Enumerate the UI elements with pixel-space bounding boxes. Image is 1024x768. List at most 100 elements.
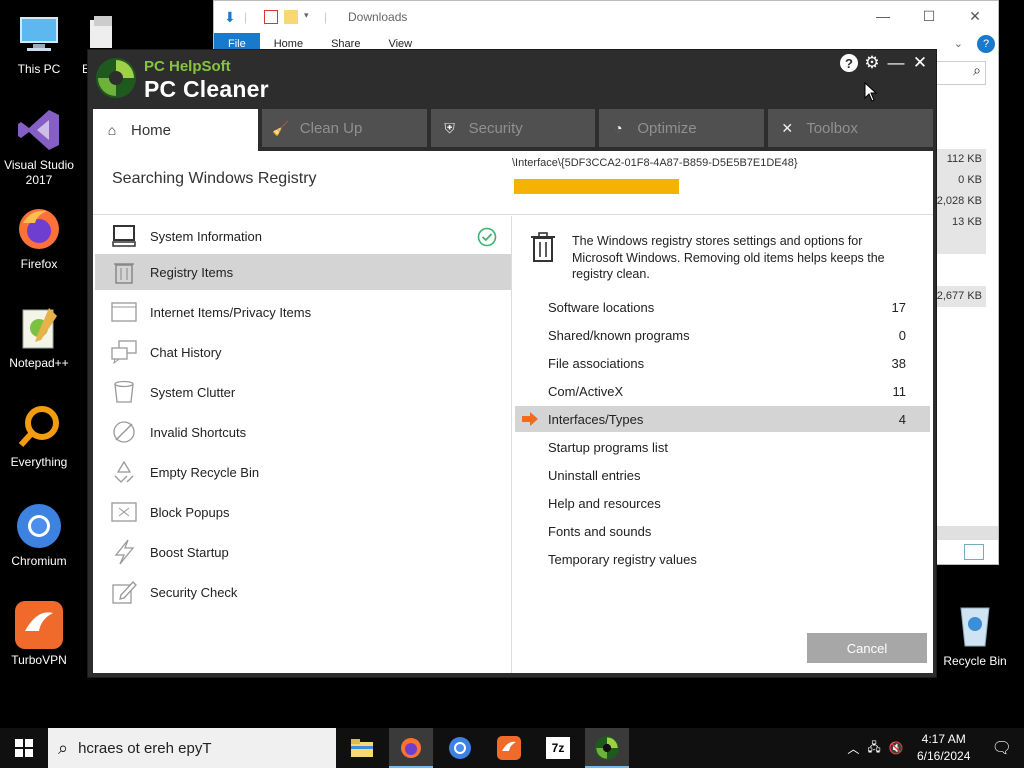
taskbar: ⌕ hcraes ot ereh epyT 7z ︿ 🖧 🔇 4:17 AM 6… (0, 728, 1024, 768)
category-name: Fonts and sounds (548, 523, 652, 539)
scan-item-label: Invalid Shortcuts (150, 424, 247, 440)
scan-item-label: System Information (150, 228, 262, 244)
scan-item-block-popups[interactable]: Block Popups (95, 494, 511, 530)
category-count: 11 (892, 383, 907, 399)
tab-toolbox[interactable]: ✕ Toolbox (768, 109, 933, 147)
close-button[interactable]: ✕ (910, 53, 930, 73)
desktop-icon-label: Chromium (11, 554, 67, 568)
trash-icon (110, 259, 138, 285)
scan-item-label: Boost Startup (150, 544, 229, 560)
desktop-icon-chromium[interactable]: Chromium (0, 502, 78, 569)
help-button[interactable]: ? (840, 54, 858, 72)
scan-item-system-clutter[interactable]: System Clutter (95, 374, 511, 410)
everything-search-icon (15, 403, 63, 451)
details-view-icon[interactable] (964, 544, 984, 560)
settings-gear-icon[interactable]: ⚙ (862, 53, 882, 73)
scan-item-invalid-shortcuts[interactable]: Invalid Shortcuts (95, 414, 511, 450)
lightning-icon (110, 539, 138, 565)
file-size: 13 KB (936, 212, 986, 233)
registry-category-row-current: Interfaces/Types 4 (515, 406, 930, 432)
status-title: Searching Windows Registry (112, 170, 317, 187)
taskbar-7zip[interactable]: 7z (536, 728, 580, 768)
file-size-column: 112 KB 0 KB 2,028 KB 13 KB 2,677 KB (936, 149, 986, 307)
scan-status: Searching Windows Registry \Interface\{5… (93, 151, 933, 215)
tab-label: Clean Up (299, 119, 363, 137)
windows-logo-icon (15, 739, 33, 757)
tab-label: Toolbox (806, 119, 858, 137)
download-arrow-icon[interactable]: ⬇ (224, 10, 238, 24)
taskbar-search-box[interactable]: ⌕ hcraes ot ereh epyT (48, 728, 336, 768)
horizontal-scrollbar[interactable] (936, 526, 998, 540)
explorer-titlebar: ⬇ | ▾ | Downloads — ☐ ✕ (214, 1, 998, 33)
tab-optimize[interactable]: ◔ Optimize (599, 109, 765, 147)
scan-item-boost-startup[interactable]: Boost Startup (95, 534, 511, 570)
clock[interactable]: 4:17 AM 6/16/2024 (908, 731, 980, 765)
close-button[interactable]: ✕ (952, 1, 998, 31)
scan-item-registry-items[interactable]: Registry Items (95, 254, 511, 290)
search-text: hcraes ot ereh epyT (78, 739, 212, 757)
quick-access-toolbar: ⬇ | ▾ | (224, 9, 328, 25)
taskbar-turbovpn[interactable] (487, 728, 531, 768)
ribbon-expand-icon[interactable]: ⌄ (940, 33, 977, 55)
recycle-bin-icon (951, 602, 999, 650)
desktop-icon-turbovpn[interactable]: TurboVPN (0, 601, 78, 668)
taskbar-chromium[interactable] (438, 728, 482, 768)
scan-item-empty-recycle-bin[interactable]: Empty Recycle Bin (95, 454, 511, 490)
app-window-controls: ? ⚙ — ✕ (840, 53, 930, 73)
pc-cleaner-logo-icon (595, 736, 619, 760)
brand-product: PC Cleaner (144, 76, 269, 102)
tab-home[interactable]: ⌂ Home (93, 109, 258, 151)
scan-item-system-information[interactable]: System Information (95, 218, 511, 254)
desktop-icon-notepadpp[interactable]: Notepad++ (0, 304, 78, 371)
tab-label: Home (131, 121, 172, 139)
registry-category-row: Fonts and sounds (515, 518, 930, 544)
maximize-button[interactable]: ☐ (906, 1, 952, 31)
desktop-icon-label: TurboVPN (11, 653, 67, 667)
scan-item-internet-privacy[interactable]: Internet Items/Privacy Items (95, 294, 511, 330)
help-icon[interactable]: ? (977, 35, 995, 53)
desktop-icon-label: Recycle Bin (943, 654, 1007, 668)
tab-clean-up[interactable]: 🧹 Clean Up (261, 109, 427, 147)
tools-icon: ✕ (781, 119, 794, 136)
minimize-button[interactable]: — (886, 53, 906, 73)
desktop-icon-firefox[interactable]: Firefox (0, 205, 78, 272)
chevron-up-icon[interactable]: ︿ (843, 740, 863, 757)
scan-item-label: Registry Items (150, 264, 234, 280)
network-icon[interactable]: 🖧 (863, 738, 884, 759)
notification-icon[interactable]: 🗨 (980, 738, 1024, 758)
volume-muted-icon[interactable]: 🔇 (885, 741, 908, 755)
scan-items-list: System Information Registry Items Intern… (93, 216, 512, 673)
folder-icon[interactable] (284, 10, 298, 24)
scan-item-security-check[interactable]: Security Check (95, 574, 511, 610)
tab-security[interactable]: ⛨ Security (430, 109, 596, 147)
app-header: PC HelpSoft PC Cleaner ? ⚙ — ✕ (88, 50, 936, 108)
taskbar-file-explorer[interactable] (340, 728, 384, 768)
taskbar-firefox[interactable] (389, 728, 433, 768)
start-button[interactable] (0, 728, 48, 768)
category-count: 4 (898, 411, 906, 427)
desktop-icon-recycle-bin[interactable]: Recycle Bin (936, 602, 1014, 669)
pc-cleaner-logo-icon (94, 56, 138, 100)
scan-item-chat-history[interactable]: Chat History (95, 334, 511, 370)
notepadpp-icon (15, 304, 63, 352)
desktop-icon-everything[interactable]: Everything (0, 403, 78, 470)
brand-company: PC HelpSoft (144, 58, 231, 75)
turbovpn-icon (15, 601, 63, 649)
chromium-icon (449, 737, 471, 759)
home-icon: ⌂ (107, 122, 117, 138)
chat-bubbles-icon (110, 339, 138, 365)
checkmark-icon (477, 227, 497, 247)
taskbar-pc-cleaner[interactable] (585, 728, 629, 768)
category-name: Uninstall entries (548, 467, 641, 483)
registry-category-row: Software locations 17 (515, 294, 930, 320)
chevron-down-icon[interactable]: ▾ (304, 10, 318, 24)
firefox-icon (15, 205, 63, 253)
cancel-button[interactable]: Cancel (807, 633, 927, 663)
minimize-button[interactable]: — (860, 1, 906, 31)
desktop-icon-visual-studio[interactable]: Visual Studio 2017 (0, 106, 78, 188)
checkbox-icon[interactable] (264, 10, 278, 24)
registry-details-pane: The Windows registry stores settings and… (513, 216, 933, 673)
category-name: Temporary registry values (548, 551, 697, 567)
file-size: 0 KB (936, 170, 986, 191)
desktop-icon-this-pc[interactable]: This PC (0, 10, 78, 77)
